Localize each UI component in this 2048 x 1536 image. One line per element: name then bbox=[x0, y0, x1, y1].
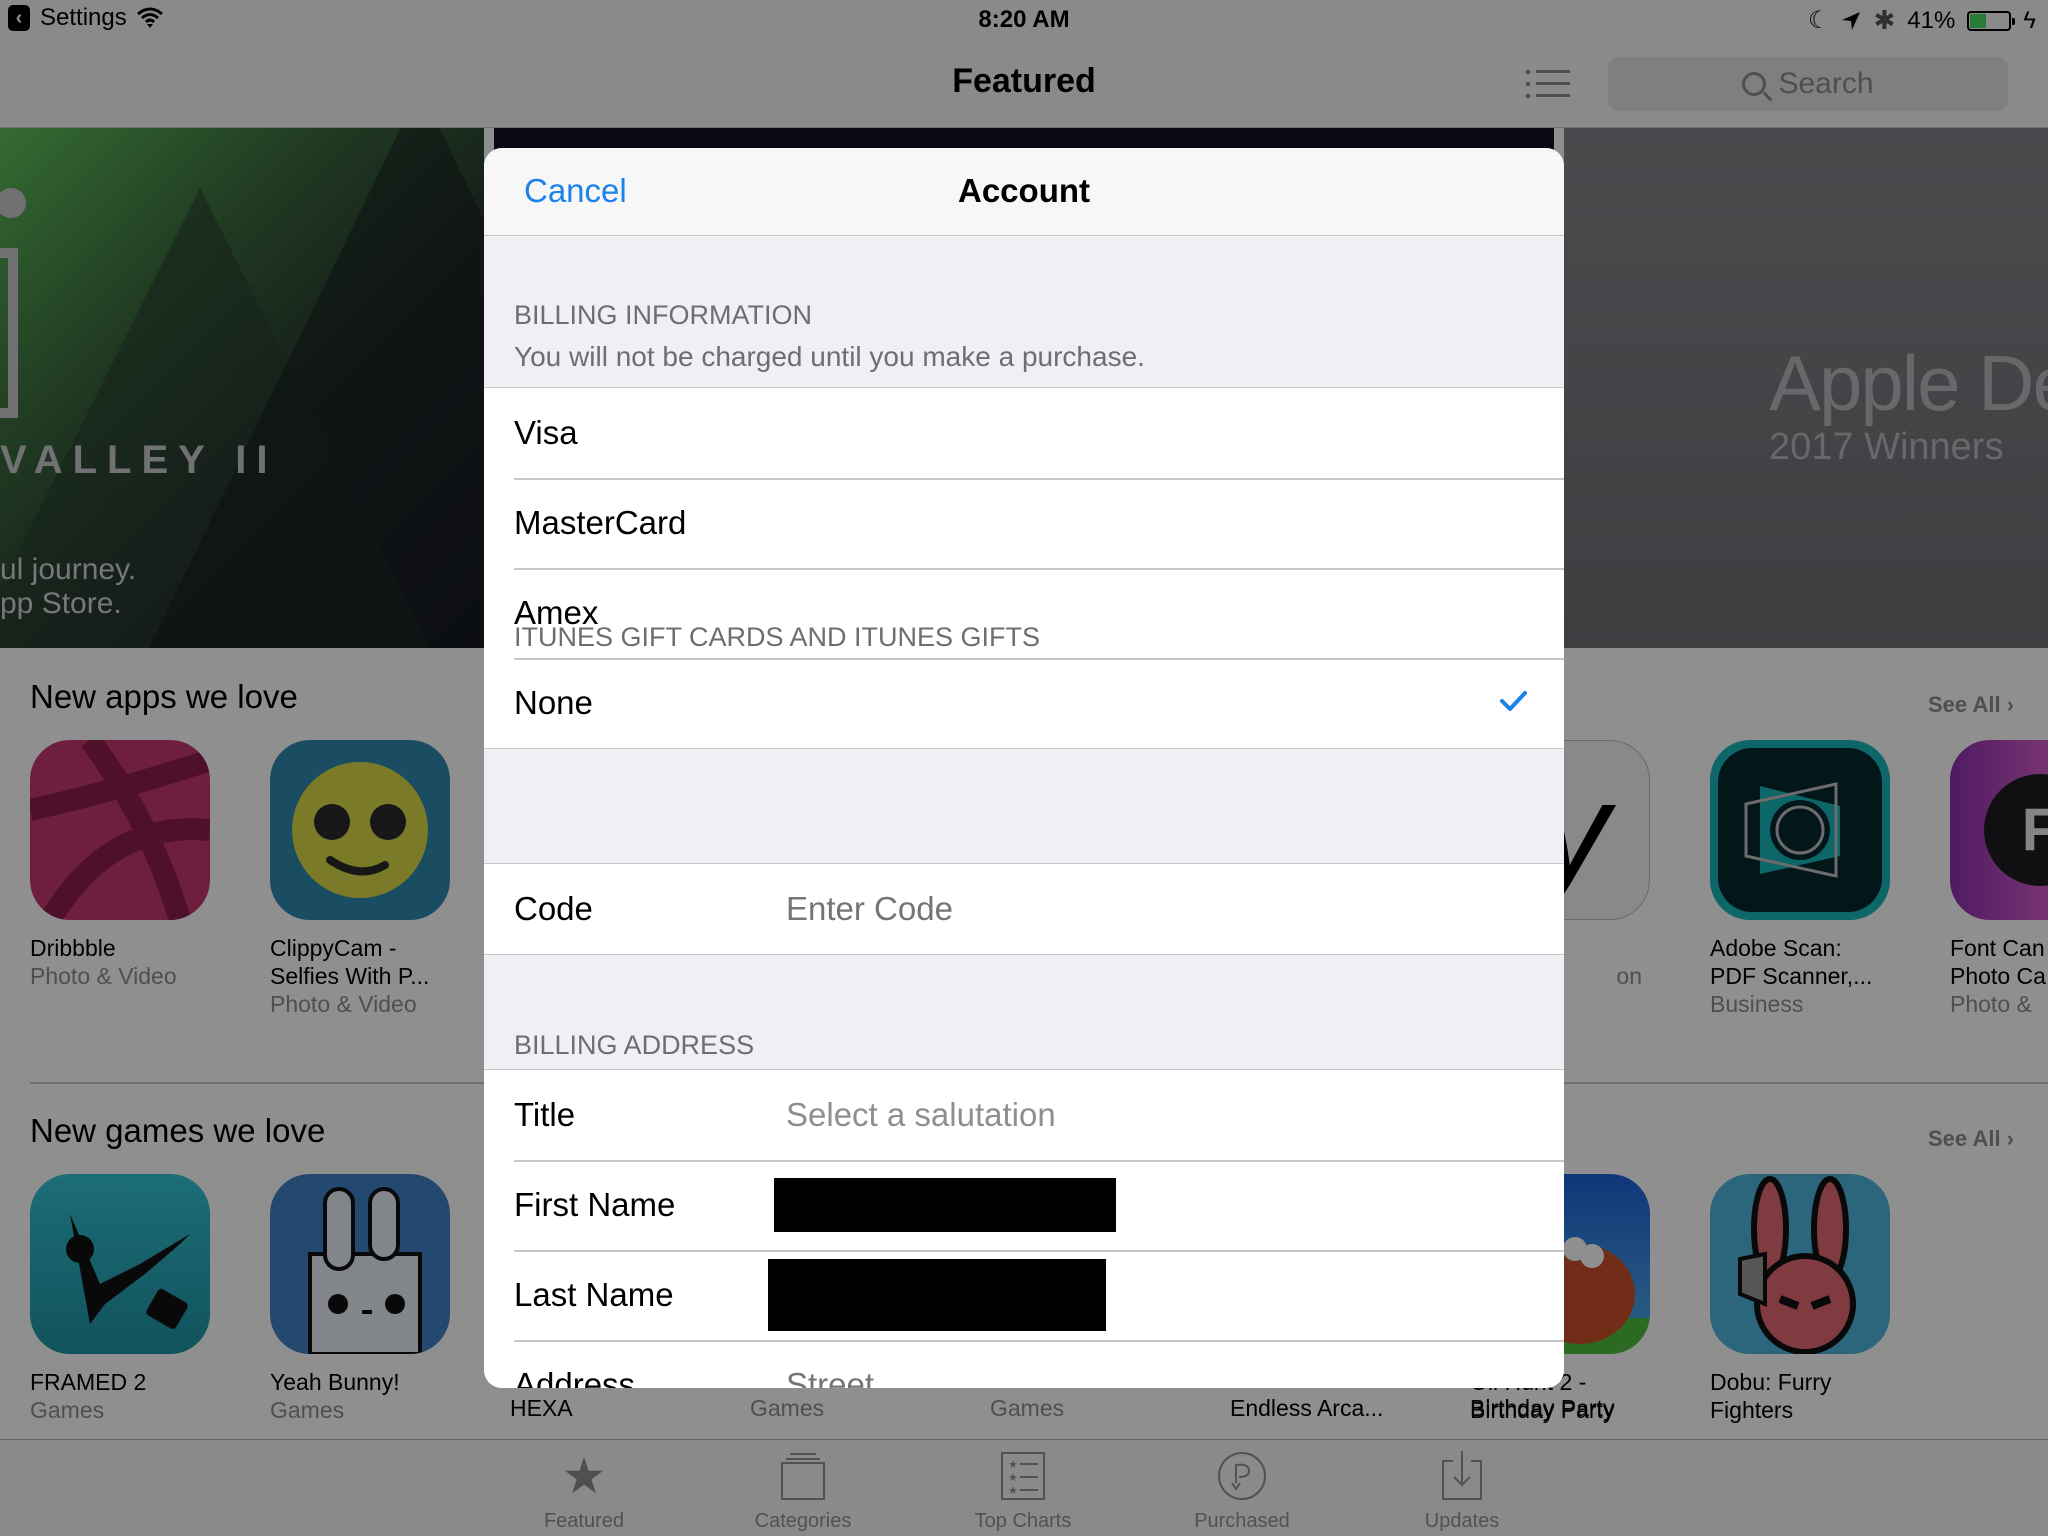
billing-address-group: Title Select a salutation First Name Las… bbox=[484, 1069, 1564, 1388]
modal-title: Account bbox=[958, 172, 1090, 209]
code-label: Code bbox=[514, 890, 593, 927]
salutation-picker[interactable]: Select a salutation bbox=[786, 1096, 1056, 1134]
title-label: Title bbox=[514, 1096, 576, 1133]
first-name-field-redacted[interactable] bbox=[774, 1178, 1116, 1232]
payment-option-mastercard[interactable]: MasterCard bbox=[484, 478, 1564, 568]
gift-code-group: Code bbox=[484, 863, 1564, 955]
checkmark-icon bbox=[1500, 691, 1527, 711]
payment-method-list: Visa MasterCard Amex None bbox=[484, 387, 1564, 749]
billing-information-header: BILLING INFORMATION bbox=[514, 300, 813, 330]
first-name-row: First Name bbox=[484, 1160, 1564, 1250]
gift-code-input[interactable] bbox=[786, 890, 1386, 928]
gift-cards-header: ITUNES GIFT CARDS AND ITUNES GIFTS bbox=[514, 622, 1041, 652]
option-label: None bbox=[514, 684, 593, 721]
first-name-label: First Name bbox=[514, 1186, 676, 1223]
option-label: Visa bbox=[514, 414, 578, 451]
gift-code-row: Code bbox=[484, 864, 1564, 954]
billing-address-header: BILLING ADDRESS bbox=[514, 1030, 755, 1060]
billing-information-note: You will not be charged until you make a… bbox=[514, 341, 1145, 372]
address-row: Address bbox=[484, 1340, 1564, 1388]
cancel-button[interactable]: Cancel bbox=[524, 172, 627, 210]
title-row[interactable]: Title Select a salutation bbox=[484, 1070, 1564, 1160]
modal-header: Cancel Account bbox=[484, 148, 1564, 236]
account-modal: Cancel Account BILLING INFORMATION You w… bbox=[484, 148, 1564, 1388]
payment-option-none[interactable]: None bbox=[484, 658, 1564, 748]
payment-option-visa[interactable]: Visa bbox=[484, 388, 1564, 478]
street-input[interactable] bbox=[786, 1366, 1386, 1388]
last-name-field-redacted[interactable] bbox=[768, 1259, 1106, 1331]
last-name-label: Last Name bbox=[514, 1276, 674, 1313]
option-label: MasterCard bbox=[514, 504, 687, 541]
address-label: Address bbox=[514, 1366, 636, 1388]
last-name-row: Last Name bbox=[484, 1250, 1564, 1340]
